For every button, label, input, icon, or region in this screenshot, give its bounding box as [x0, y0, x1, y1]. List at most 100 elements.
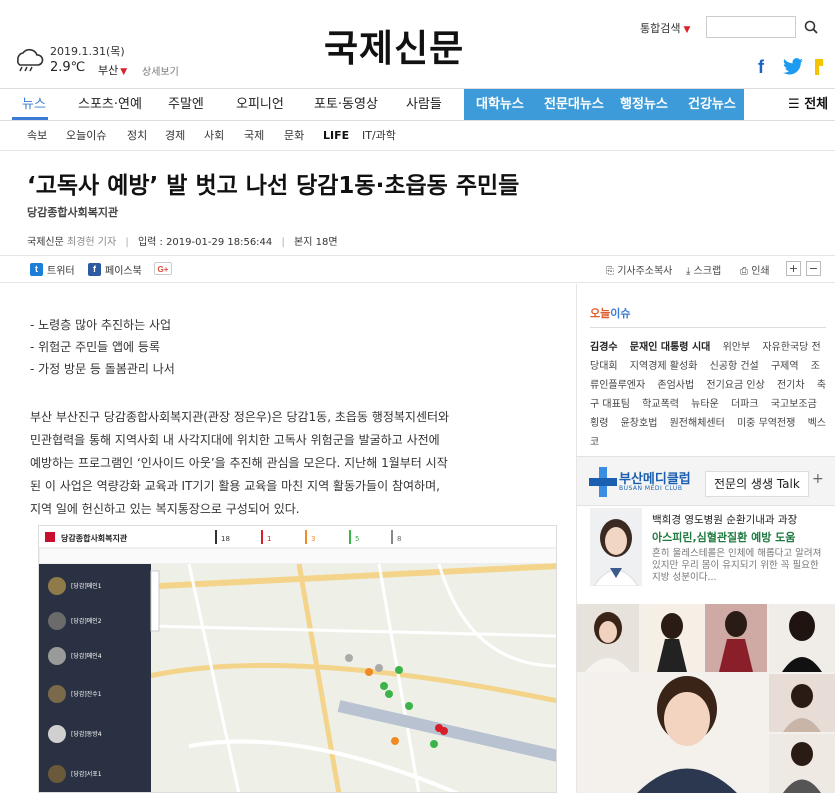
share-google-button[interactable]: G+ [154, 262, 172, 275]
search-icon [804, 20, 818, 34]
subnav-item-breaking[interactable]: 속보 [27, 122, 47, 150]
ad-photo-collage [577, 604, 835, 793]
today-issue-box: 오늘이슈 김경수 문재인 대통령 시대 위안부 자유한국당 전당대회 지역경제 … [590, 305, 826, 452]
issue-keyword-link[interactable]: 구제역 [771, 361, 799, 372]
article-reporter[interactable]: 최경헌 기자 [67, 237, 116, 248]
download-icon: ⤓ [686, 266, 694, 277]
weather-detail-link[interactable]: 상세보기 [142, 63, 179, 78]
gnb-item-sports[interactable]: 스포츠·연예 [78, 89, 142, 120]
list-item: [당감]동방4 [71, 730, 102, 738]
copy-url-label: 기사주소복사 [617, 266, 673, 277]
share-twitter-button[interactable]: t 트위터 [30, 262, 75, 277]
gnb-item-health-news[interactable]: 건강뉴스 [688, 89, 736, 120]
copy-url-button[interactable]: ⎘ 기사주소복사 [606, 262, 672, 277]
issue-keyword-link[interactable]: 위안부 [723, 342, 751, 353]
issue-keyword-link[interactable]: 미중 무역전쟁 [737, 418, 795, 429]
issue-keyword-link[interactable]: 전기요금 인상 [706, 380, 764, 391]
share-twitter-label: 트위터 [47, 266, 75, 277]
issue-keyword-link[interactable]: 전기차 [777, 380, 805, 391]
share-facebook-button[interactable]: f 페이스북 [88, 262, 142, 277]
subnav-item-world[interactable]: 국제 [244, 122, 264, 150]
article-source: 국제신문 [27, 237, 64, 248]
gnb-item-opinion[interactable]: 오피니언 [236, 89, 284, 120]
list-item: [당감]메인4 [71, 652, 102, 660]
gnb-item-weekend[interactable]: 주말엔 [168, 89, 204, 120]
medi-club-header: 부산메디클럽 BUSAN MEDI CLUB 전문의 생생 Talk + [577, 456, 835, 506]
count-total: 18 [221, 535, 230, 543]
issue-keyword-link[interactable]: 윤창호법 [621, 418, 658, 429]
print-label: 인쇄 [751, 266, 770, 277]
cloud-rain-icon [16, 48, 44, 72]
issue-keyword-link[interactable]: 더파크 [731, 399, 759, 410]
site-logo[interactable]: 국제신문 [324, 18, 464, 72]
subnav-item-culture[interactable]: 문화 [284, 122, 304, 150]
list-item: [당감]메인1 [71, 582, 102, 590]
share-facebook-label: 페이스북 [105, 266, 142, 277]
more-button[interactable]: + [812, 471, 824, 487]
subnav-item-it[interactable]: IT/과학 [362, 122, 396, 150]
issue-keyword-link[interactable]: 존엄사법 [657, 380, 694, 391]
medi-cross-icon [589, 467, 617, 497]
issue-title-suffix: 이슈 [610, 307, 631, 320]
talk-description: 흔히 울레스테롤은 인체에 해롭다고 알려져 있지만 우리 몸이 유지되기 위한… [652, 548, 822, 583]
today-date: 2019.1.31(목) [50, 45, 125, 58]
list-item: [당감]서포1 [71, 770, 102, 778]
share-toolbar: t 트위터 f 페이스북 G+ ⎘ 기사주소복사 ⤓ 스크랩 ⎙ 인쇄 + − [0, 255, 835, 283]
gnb-item-news[interactable]: 뉴스 [22, 89, 46, 120]
scrap-button[interactable]: ⤓ 스크랩 [686, 262, 721, 277]
scrap-label: 스크랩 [693, 266, 722, 277]
issue-keyword-link[interactable]: 원전해체센터 [670, 418, 725, 429]
issue-title-prefix: 오늘 [590, 307, 611, 320]
list-item: [당감]잔수1 [71, 690, 102, 698]
article-subhead: 당감종합사회복지관 [27, 206, 119, 219]
gnb-item-admin-news[interactable]: 행정뉴스 [620, 89, 668, 120]
temperature: 2.9℃ [50, 60, 86, 75]
search-input[interactable] [706, 16, 796, 38]
article-summary: - 노령층 많아 추진하는 사업 - 위험군 주민들 앱에 등록 - 가정 방문… [30, 314, 175, 380]
issue-keyword-link[interactable]: 뉴타운 [691, 399, 719, 410]
search-scope-select[interactable]: 통합검색 ▼ [640, 20, 690, 36]
issue-keyword-link[interactable]: 지역경제 활성화 [630, 361, 698, 372]
subnav-item-economy[interactable]: 경제 [165, 122, 185, 150]
all-menu-button[interactable]: ☰ 전체 [788, 89, 828, 120]
issue-keyword-link[interactable]: 김경수 [590, 342, 618, 353]
doctor-name: 백희경 영도병원 순환기내과 과장 [652, 514, 798, 526]
body-line: 민관협력을 통해 지역사회 내 사각지대에 위치한 고독사 위험군을 발굴하고 … [30, 433, 440, 447]
gnb-blue-section: 대학뉴스 전문대뉴스 행정뉴스 건강뉴스 [464, 89, 744, 120]
region-label: 부산 [98, 64, 119, 77]
issue-keyword-link[interactable]: 문재인 대통령 시대 [630, 342, 711, 353]
issue-keyword-link[interactable]: 학교폭력 [642, 399, 679, 410]
article-published: 입력 : 2019-01-29 18:56:44 [137, 237, 273, 248]
font-size-decrease-button[interactable]: − [806, 261, 821, 276]
yellow-story-icon[interactable] [813, 58, 825, 76]
doctor-talk-item[interactable]: 백희경 영도병원 순환기내과 과장 아스피린,심혈관질환 예방 도움 흔히 울레… [590, 508, 826, 590]
font-size-increase-button[interactable]: + [786, 261, 801, 276]
summary-item: - 노령층 많아 추진하는 사업 [30, 318, 172, 332]
talk-headline[interactable]: 아스피린,심혈관질환 예방 도움 [652, 529, 795, 545]
article-photo: 당감종합사회복지관 18 1 3 5 8 [당감]메인1 [당감]메인2 [당감… [38, 525, 557, 793]
subnav-item-society[interactable]: 사회 [204, 122, 224, 150]
print-icon: ⎙ [740, 266, 752, 277]
gnb-item-college-news[interactable]: 전문대뉴스 [544, 89, 604, 120]
print-button[interactable]: ⎙ 인쇄 [740, 262, 770, 277]
subnav-item-politics[interactable]: 정치 [127, 122, 147, 150]
subnav-item-life[interactable]: LIFE [323, 122, 349, 150]
gnb-item-photo-video[interactable]: 포토·동영상 [314, 89, 378, 120]
article-body: 부산 부산진구 당감종합사회복지관(관장 정은우)은 당감1동, 초읍동 행정복… [30, 406, 555, 521]
facebook-icon[interactable]: f [758, 57, 764, 78]
photo-ad-banner[interactable] [577, 604, 835, 793]
subnav-item-today-issue[interactable]: 오늘이슈 [66, 122, 106, 150]
search-button[interactable] [800, 17, 822, 39]
doctor-photo [590, 508, 642, 586]
twitter-icon[interactable] [782, 58, 804, 76]
count-danger: 1 [267, 535, 271, 543]
summary-item: - 가정 방문 등 돌봄관리 나서 [30, 362, 175, 376]
region-select[interactable]: 부산 ▼ [98, 62, 127, 78]
issue-keyword-link[interactable]: 신공항 건설 [710, 361, 759, 372]
search-scope-label: 통합검색 [640, 22, 681, 35]
org-title: 당감종합사회복지관 [61, 533, 128, 543]
tab-doctor-talk[interactable]: 전문의 생생 Talk [705, 471, 809, 497]
active-tab-indicator [12, 117, 48, 120]
gnb-item-people[interactable]: 사람들 [406, 89, 442, 120]
gnb-item-univ-news[interactable]: 대학뉴스 [476, 89, 524, 120]
